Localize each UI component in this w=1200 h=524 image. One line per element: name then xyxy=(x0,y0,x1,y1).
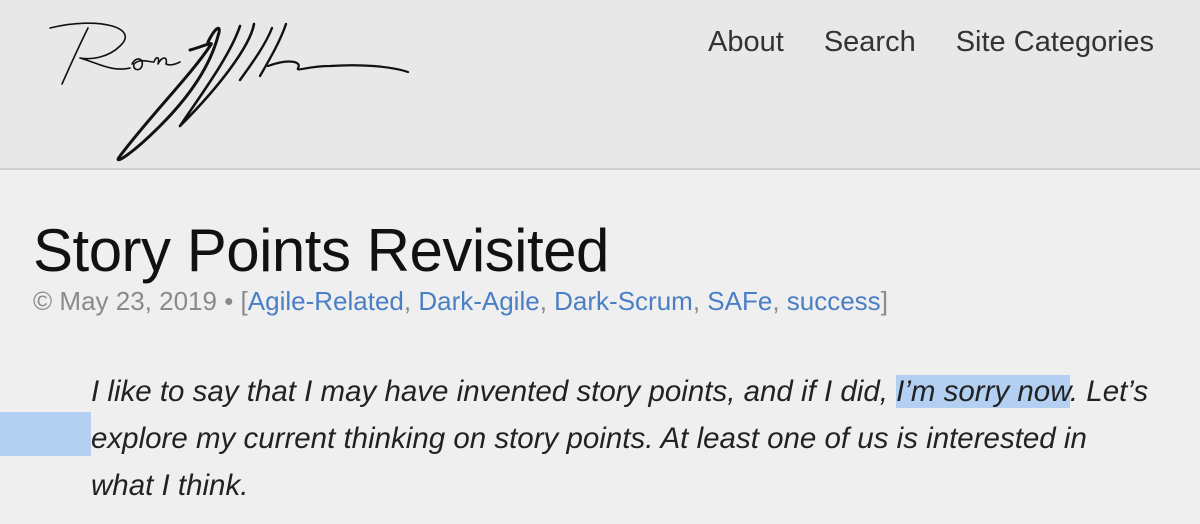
post-meta: © May 23, 2019 • [Agile-Related, Dark-Ag… xyxy=(33,286,888,316)
post-content: Story Points Revisited © May 23, 2019 • … xyxy=(0,170,1200,524)
site-header: About Search Site Categories xyxy=(0,0,1200,170)
categories-close-bracket: ] xyxy=(880,286,888,316)
post-date: May 23, 2019 xyxy=(59,286,217,316)
nav-search-link[interactable]: Search xyxy=(824,26,916,59)
excerpt-text-before: I like to say that I may have invented s… xyxy=(91,375,897,408)
meta-separator: • xyxy=(224,286,234,316)
category-link-safe[interactable]: SAFe xyxy=(707,286,772,316)
post-excerpt[interactable]: I like to say that I may have invented s… xyxy=(91,368,1151,509)
nav-about-link[interactable]: About xyxy=(708,26,784,59)
main-nav: About Search Site Categories xyxy=(708,26,1154,59)
category-link-agile-related[interactable]: Agile-Related xyxy=(248,286,404,316)
category-link-success[interactable]: success xyxy=(787,286,881,316)
category-link-dark-scrum[interactable]: Dark-Scrum xyxy=(554,286,693,316)
categories-open-bracket: [ xyxy=(240,286,248,316)
copyright-icon: © xyxy=(33,286,53,316)
nav-site-categories-link[interactable]: Site Categories xyxy=(956,26,1154,59)
selected-text[interactable]: I’m sorry now xyxy=(896,375,1070,408)
post-title[interactable]: Story Points Revisited xyxy=(33,216,609,285)
signature-logo[interactable] xyxy=(40,6,420,166)
category-link-dark-agile[interactable]: Dark-Agile xyxy=(418,286,539,316)
selection-highlight-margin xyxy=(0,412,91,456)
